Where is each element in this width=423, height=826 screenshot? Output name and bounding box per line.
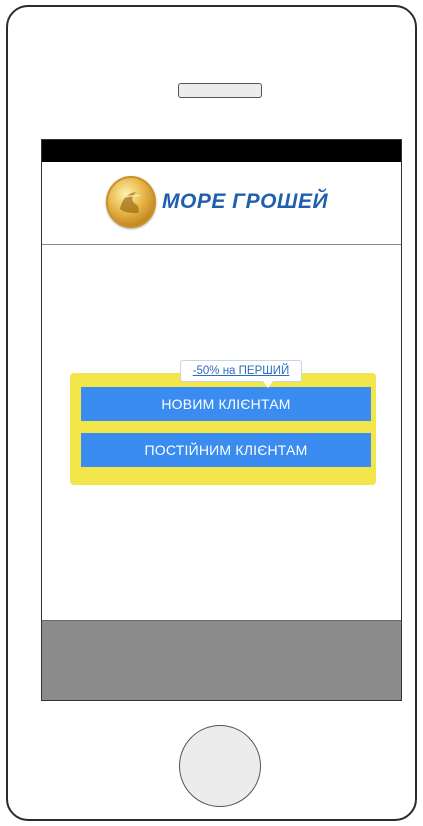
status-bar — [42, 140, 401, 162]
footer-bar — [42, 620, 401, 700]
coin-logo-icon — [106, 176, 156, 228]
promo-panel: -50% на ПЕРШИЙ НОВИМ КЛІЄНТАМ ПОСТІЙНИМ … — [70, 360, 376, 485]
tooltip-arrow — [263, 381, 273, 388]
app-header: МОРЕ ГРОШЕЙ — [42, 162, 401, 245]
brand-logo[interactable]: МОРЕ ГРОШЕЙ — [106, 171, 328, 233]
phone-screen: МОРЕ ГРОШЕЙ -50% на ПЕРШИЙ НОВИМ КЛІЄНТА… — [41, 139, 402, 701]
home-button[interactable] — [179, 725, 261, 807]
discount-tooltip[interactable]: -50% на ПЕРШИЙ — [180, 360, 302, 382]
phone-speaker — [178, 83, 262, 98]
brand-name: МОРЕ ГРОШЕЙ — [162, 190, 329, 213]
regular-clients-button[interactable]: ПОСТІЙНИМ КЛІЄНТАМ — [81, 433, 371, 467]
new-clients-button[interactable]: НОВИМ КЛІЄНТАМ — [81, 387, 371, 421]
phone-frame: МОРЕ ГРОШЕЙ -50% на ПЕРШИЙ НОВИМ КЛІЄНТА… — [6, 5, 417, 821]
main-content: -50% на ПЕРШИЙ НОВИМ КЛІЄНТАМ ПОСТІЙНИМ … — [42, 245, 401, 620]
